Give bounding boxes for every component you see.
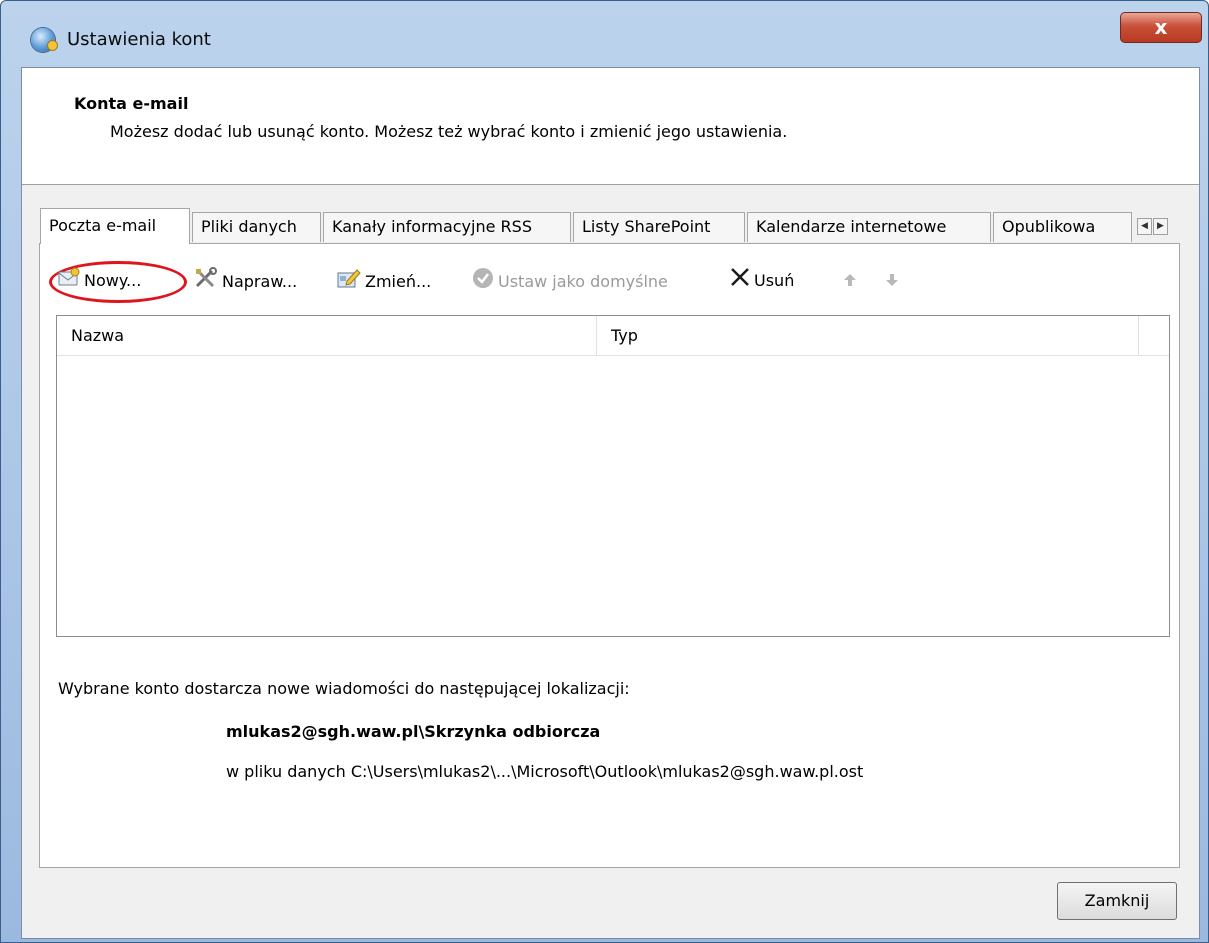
accounts-list[interactable]: Nazwa Typ — [56, 315, 1170, 637]
dialog-header: Konta e-mail Możesz dodać lub usunąć kon… — [22, 68, 1199, 185]
tools-icon — [194, 267, 218, 298]
column-header-type[interactable]: Typ — [597, 316, 1139, 355]
edit-account-icon — [337, 267, 361, 298]
arrow-up-icon — [843, 268, 857, 296]
tab-rss-feeds[interactable]: Kanały informacyjne RSS — [323, 212, 571, 242]
tab-published-calendars[interactable]: Opublikowa — [993, 212, 1132, 242]
header-title: Konta e-mail — [74, 94, 189, 113]
email-tab-panel: Nowy... Napraw... Zmień... Ustaw jako do… — [39, 243, 1180, 868]
close-button[interactable]: Zamknij — [1057, 882, 1177, 920]
tab-data-files[interactable]: Pliki danych — [192, 212, 321, 242]
tab-scroll-right-icon[interactable]: ▶ — [1153, 218, 1168, 235]
remove-label: Usuń — [754, 271, 795, 290]
window-title: Ustawienia kont — [67, 29, 211, 50]
set-default-label: Ustaw jako domyślne — [498, 272, 668, 291]
tab-internet-calendars[interactable]: Kalendarze internetowe — [747, 212, 991, 242]
delivery-location-label: Wybrane konto dostarcza nowe wiadomości … — [58, 679, 630, 698]
accounts-list-header: Nazwa Typ — [57, 316, 1169, 356]
new-account-label: Nowy... — [84, 271, 142, 290]
new-mail-icon — [58, 267, 80, 296]
app-icon — [31, 28, 58, 52]
repair-button[interactable]: Napraw... — [194, 267, 297, 295]
remove-button[interactable]: Usuń — [730, 267, 794, 295]
tab-strip: Poczta e-mail Pliki danych Kanały inform… — [40, 208, 1180, 244]
close-icon: x — [1154, 15, 1168, 39]
change-label: Zmień... — [365, 272, 432, 291]
tab-email[interactable]: Poczta e-mail — [40, 208, 190, 244]
delete-x-icon — [730, 267, 750, 296]
check-circle-icon — [472, 267, 494, 298]
change-button[interactable]: Zmień... — [337, 267, 431, 295]
dialog-client-area: Konta e-mail Możesz dodać lub usunąć kon… — [21, 67, 1200, 939]
delivery-data-file: w pliku danych C:\Users\mlukas2\...\Micr… — [226, 762, 864, 781]
title-bar: Ustawienia kont x — [1, 1, 1209, 67]
new-account-button[interactable]: Nowy... — [58, 267, 141, 295]
header-description: Możesz dodać lub usunąć konto. Możesz te… — [110, 122, 788, 141]
window-frame: Ustawienia kont x Konta e-mail Możesz do… — [0, 0, 1209, 943]
window-close-button[interactable]: x — [1120, 12, 1202, 43]
tab-sharepoint-lists[interactable]: Listy SharePoint — [573, 212, 745, 242]
column-header-name[interactable]: Nazwa — [57, 316, 597, 355]
tab-scroll-left-icon[interactable]: ◀ — [1137, 218, 1152, 235]
repair-label: Napraw... — [222, 272, 298, 291]
set-default-button[interactable]: Ustaw jako domyślne — [472, 267, 668, 295]
move-up-button[interactable] — [843, 267, 861, 295]
arrow-down-icon — [885, 268, 899, 296]
delivery-folder: mlukas2@sgh.waw.pl\Skrzynka odbiorcza — [226, 722, 601, 741]
move-down-button[interactable] — [885, 267, 903, 295]
